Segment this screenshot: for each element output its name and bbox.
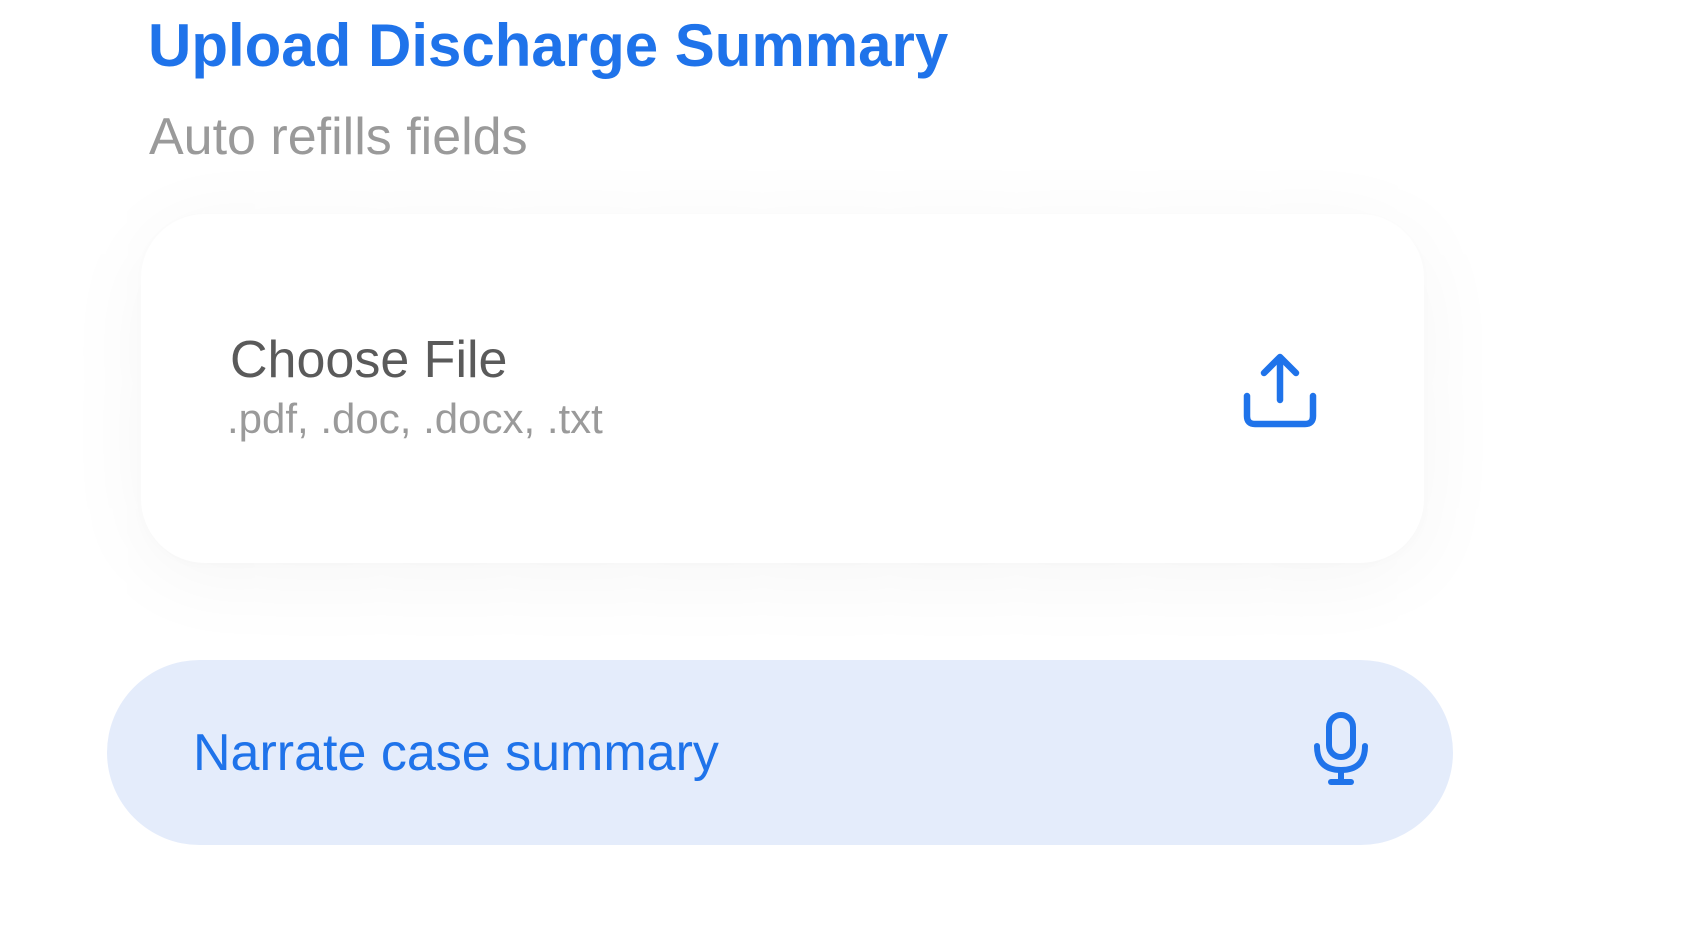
page-title: Upload Discharge Summary — [148, 12, 949, 79]
upload-icon[interactable] — [1239, 348, 1329, 438]
page-subtitle: Auto refills fields — [149, 108, 528, 166]
narrate-case-summary-label: Narrate case summary — [193, 724, 719, 782]
narrate-case-summary-button[interactable]: Narrate case summary — [107, 660, 1453, 845]
choose-file-label: Choose File — [230, 331, 508, 389]
microphone-icon[interactable] — [1307, 710, 1377, 790]
accepted-file-types: .pdf, .doc, .docx, .txt — [227, 395, 603, 442]
choose-file-card[interactable]: Choose File .pdf, .doc, .docx, .txt — [141, 214, 1424, 563]
upload-discharge-summary-screen: Upload Discharge Summary Auto refills fi… — [0, 0, 1692, 925]
